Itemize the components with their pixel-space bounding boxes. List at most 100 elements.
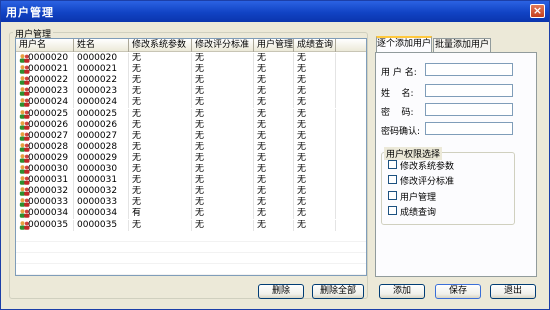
table-row[interactable]: 0000035 0000035 无无无无 [16,219,366,231]
table-cell-username: 0000022 [28,75,74,87]
checkbox-modify-system[interactable] [388,160,397,169]
delete-all-button[interactable]: 删除全部 [312,284,364,299]
table-cell-query: 无 [294,64,336,76]
table-cell-name: 0000035 [74,219,129,231]
table-cell-score: 无 [192,152,254,164]
table-cell-sys: 无 [129,119,192,131]
table-cell-score: 无 [192,141,254,153]
table-cell-username: 0000025 [28,108,74,120]
checkbox-label-score-query[interactable]: 成绩查询 [400,205,436,218]
table-cell-username: 0000029 [28,152,74,164]
table-cell-username: 0000028 [28,141,74,153]
table-cell-query: 无 [294,97,336,109]
table-cell-name: 0000030 [74,164,129,175]
save-button[interactable]: 保存 [435,284,481,299]
table-cell-sys: 无 [129,197,192,209]
column-header-user-management[interactable]: 用户管理 [254,39,294,52]
table-cell-sys: 无 [129,75,192,87]
table-cell-user: 无 [254,197,294,209]
table-cell-sys: 无 [129,186,192,198]
table-cell-sys: 无 [129,130,192,142]
table-cell-score: 无 [192,75,254,87]
table-row[interactable]: 0000024 0000024 无无无无 [16,97,366,109]
table-cell-sys: 无 [129,141,192,153]
table-cell-username: 0000035 [28,219,74,231]
table-header: 用户名 姓名 修改系统参数 修改评分标准 用户管理 成绩查询 [16,39,366,52]
table-cell-user: 无 [254,130,294,142]
close-icon[interactable]: × [533,4,542,17]
tab-single-add[interactable]: 逐个添加用户 [376,36,432,53]
table-cell-name: 0000025 [74,108,129,120]
table-row[interactable]: 0000028 0000028 无无无无 [16,141,366,153]
tab-batch-add[interactable]: 批量添加用户 [433,38,491,52]
column-header-username[interactable]: 用户名 [16,39,74,52]
checkbox-user-management[interactable] [388,191,397,200]
table-row[interactable]: 0000033 0000033 无无无无 [16,197,366,209]
column-header-name[interactable]: 姓名 [74,39,129,52]
table-cell-sys: 无 [129,219,192,231]
table-cell-username: 0000034 [28,208,74,220]
table-cell-name: 0000032 [74,186,129,198]
checkbox-label-user-management[interactable]: 用户管理 [400,190,436,203]
table-row[interactable]: 0000032 0000032 无无无无 [16,186,366,198]
checkbox-modify-scoring[interactable] [388,175,397,184]
username-input[interactable] [425,63,513,76]
table-row[interactable]: 0000021 0000021 无无无无 [16,64,366,76]
table-cell-sys: 有 [129,208,192,220]
checkbox-label-modify-scoring[interactable]: 修改评分标准 [400,174,454,187]
add-button[interactable]: 添加 [379,284,425,299]
table-cell-user: 无 [254,119,294,131]
column-header-modify-scoring[interactable]: 修改评分标准 [192,39,254,52]
table-row[interactable]: 0000029 0000029 无无无无 [16,152,366,164]
table-cell-query: 无 [294,197,336,209]
user-table[interactable]: 用户名 姓名 修改系统参数 修改评分标准 用户管理 成绩查询 0000020 00… [15,38,367,276]
table-row[interactable]: 0000031 0000031 无无无无 [16,175,366,187]
table-row[interactable]: 0000034 0000034 有无无无 [16,208,366,220]
table-cell-sys: 无 [129,64,192,76]
table-row[interactable]: 0000022 0000022 无无无无 [16,75,366,87]
window-title: 用户管理 [6,6,54,19]
empty-row [16,242,366,253]
table-cell-name: 0000021 [74,64,129,76]
table-cell-score: 无 [192,64,254,76]
table-cell-username: 0000023 [28,86,74,98]
table-cell-username: 0000033 [28,197,74,209]
table-cell-query: 无 [294,75,336,87]
checkbox-label-modify-system[interactable]: 修改系统参数 [400,159,454,172]
checkbox-score-query[interactable] [388,206,397,215]
table-row[interactable]: 0000020 0000020 无无无无 [16,53,366,64]
table-cell-sys: 无 [129,108,192,120]
table-cell-user: 无 [254,175,294,187]
table-cell-user: 无 [254,64,294,76]
table-row[interactable]: 0000027 0000027 无无无无 [16,130,366,142]
delete-button[interactable]: 删除 [258,284,304,299]
table-cell-name: 0000024 [74,97,129,109]
table-cell-query: 无 [294,53,336,64]
empty-row [16,264,366,275]
name-input[interactable] [425,84,513,97]
table-row[interactable]: 0000023 0000023 无无无无 [16,86,366,98]
table-cell-sys: 无 [129,53,192,64]
table-row[interactable]: 0000030 0000030 无无无无 [16,164,366,175]
close-button[interactable]: × [530,4,545,18]
column-header-modify-system[interactable]: 修改系统参数 [129,39,192,52]
table-cell-sys: 无 [129,97,192,109]
table-cell-score: 无 [192,108,254,120]
exit-button[interactable]: 退出 [490,284,536,299]
confirm-password-input[interactable] [425,122,513,135]
table-cell-username: 0000021 [28,64,74,76]
table-cell-name: 0000022 [74,75,129,87]
table-cell-user: 无 [254,86,294,98]
table-cell-username: 0000024 [28,97,74,109]
table-cell-score: 无 [192,53,254,64]
table-cell-score: 无 [192,175,254,187]
table-row[interactable]: 0000025 0000025 无无无无 [16,108,366,120]
table-cell-user: 无 [254,186,294,198]
password-input[interactable] [425,103,513,116]
table-row[interactable]: 0000026 0000026 无无无无 [16,119,366,131]
table-cell-username: 0000030 [28,164,74,175]
column-header-score-query[interactable]: 成绩查询 [294,39,336,52]
table-cell-score: 无 [192,186,254,198]
table-cell-sys: 无 [129,152,192,164]
table-cell-score: 无 [192,86,254,98]
